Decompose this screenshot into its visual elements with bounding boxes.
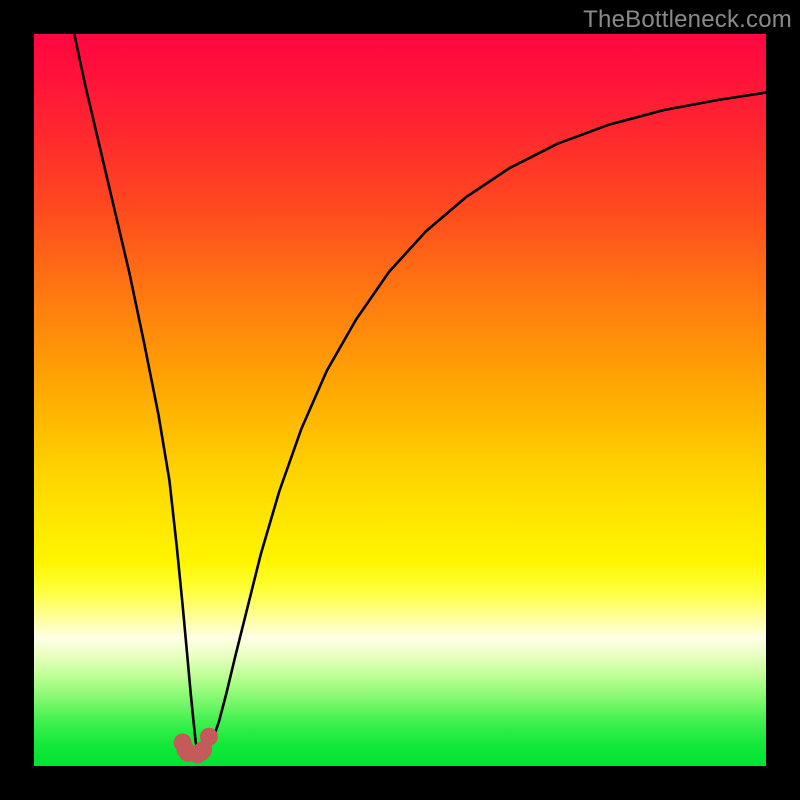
marker-dot xyxy=(200,728,218,746)
curve-layer xyxy=(34,34,766,766)
bottleneck-curve xyxy=(74,34,766,754)
marker-dot xyxy=(191,744,209,762)
chart-frame: TheBottleneck.com xyxy=(0,0,800,800)
plot-area xyxy=(34,34,766,766)
watermark-text: TheBottleneck.com xyxy=(583,6,792,34)
